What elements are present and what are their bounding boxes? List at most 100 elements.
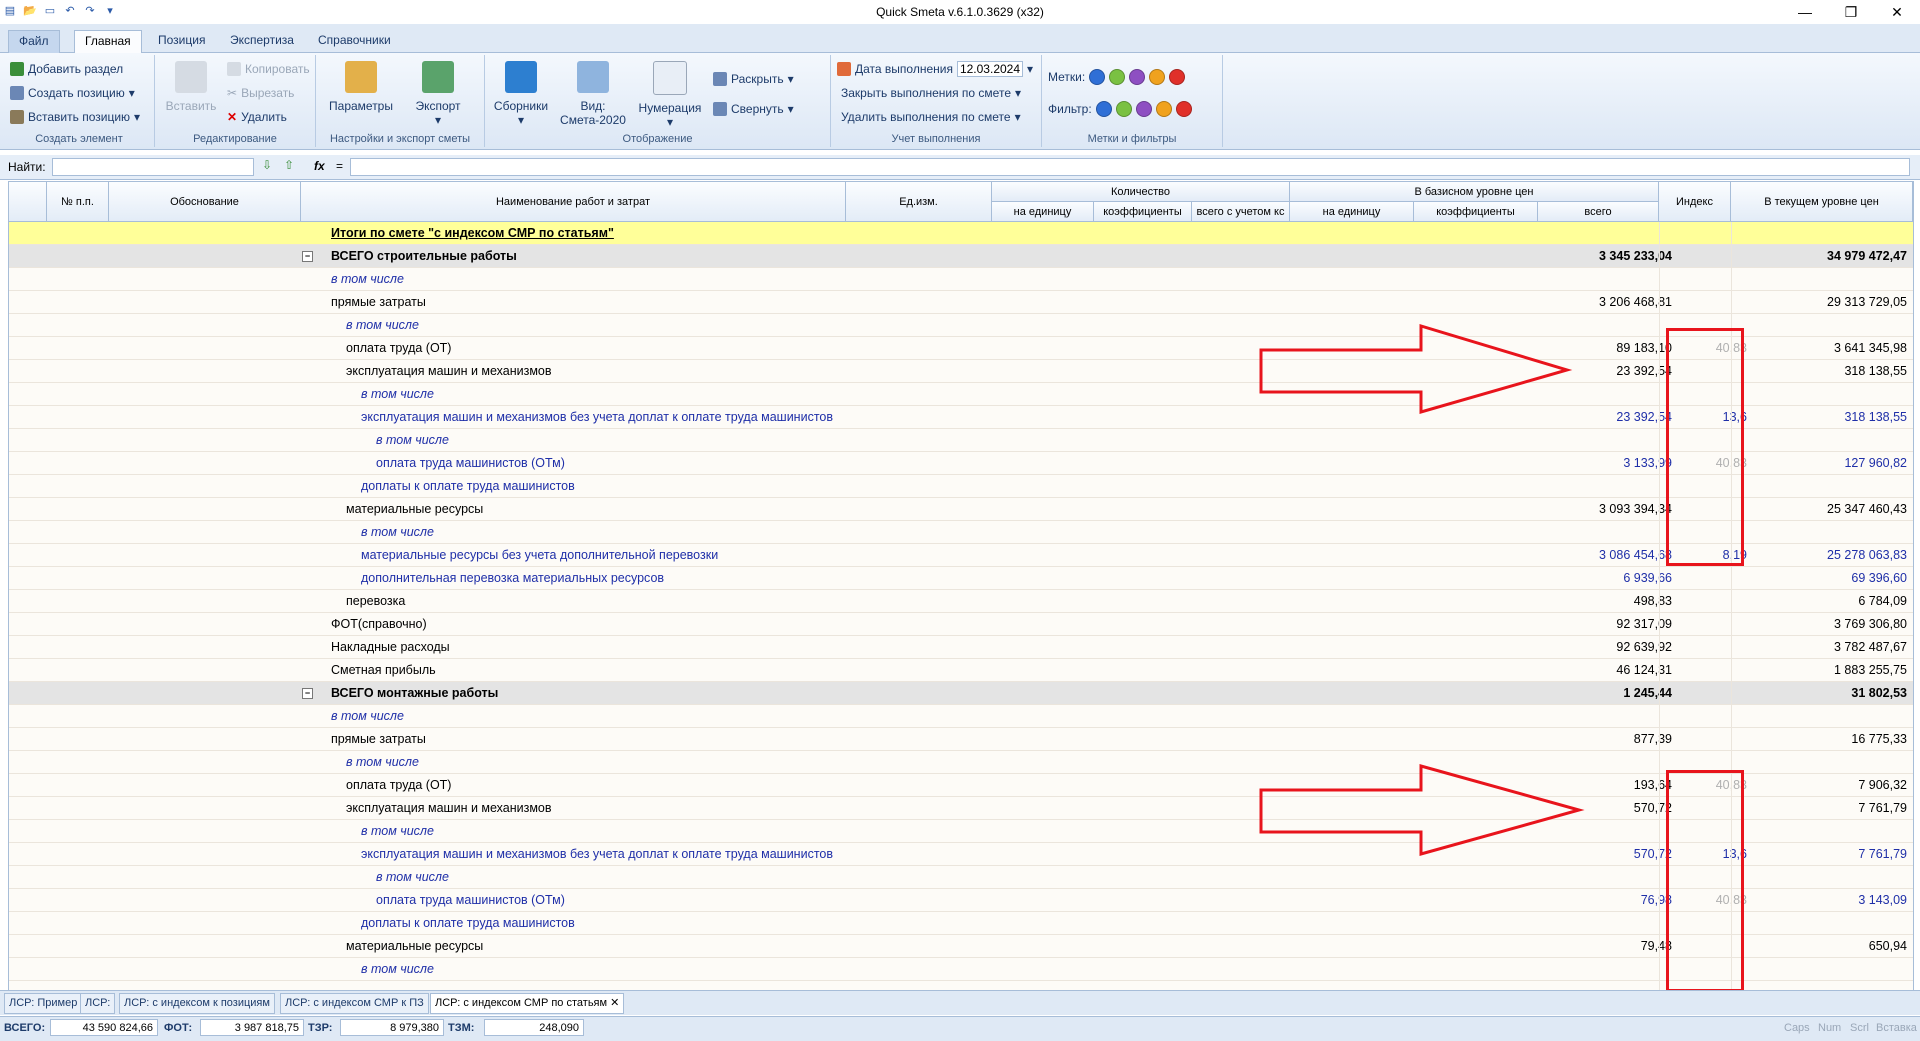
mark-purple-icon[interactable] [1129,69,1146,85]
mark-blue-icon[interactable] [1089,69,1106,85]
table-row[interactable]: материальные ресурсы 3 093 394,34 25 347 4… [9,498,1913,521]
header-qty-coef[interactable]: коэффициенты [1094,202,1192,222]
cut-button[interactable]: ✂ Вырезать [227,83,294,103]
maximize-button[interactable]: ❐ [1828,0,1874,24]
filter-green-icon[interactable] [1115,101,1132,117]
base-total-cell: 3 086 454,68 [1599,548,1672,562]
numbering-button[interactable]: Нумерация ▾ [635,61,705,129]
table-row[interactable]: − ВСЕГО строительные работы 3 345 233,04 34… [9,245,1913,268]
search-input[interactable] [52,158,254,176]
find-next-icon[interactable]: ⇩ [262,158,272,172]
table-row[interactable]: оплата труда машинистов (ОТм)76,9840,833… [9,889,1913,912]
view-button[interactable]: Вид: Смета-2020 [557,61,629,127]
table-row[interactable]: в том числе [9,314,1913,337]
filter-purple-icon[interactable] [1135,101,1152,117]
formula-input[interactable] [350,158,1910,176]
export-icon [422,61,454,93]
header-num[interactable]: № п.п. [47,182,109,222]
sheet-tab[interactable]: ЛСР: [80,993,116,1014]
collapse-button[interactable]: Свернуть ▾ [713,99,794,119]
table-row[interactable]: − ВСЕГО монтажные работы 1 245,44 31 802,53 [9,682,1913,705]
tab-expertise[interactable]: Экспертиза [220,30,304,52]
header-base-coef[interactable]: коэффициенты [1414,202,1538,222]
tab-references[interactable]: Справочники [308,30,401,52]
table-row[interactable]: в том числе [9,429,1913,452]
table-row[interactable]: в том числе [9,521,1913,544]
chevron-down-icon[interactable]: ▾ [1027,62,1033,76]
header-unit[interactable]: Ед.изм. [846,182,992,222]
table-row[interactable]: эксплуатация машин и механизмов без учет… [9,843,1913,866]
table-row[interactable]: Сметная прибыль 46 124,31 1 883 255,75 [9,659,1913,682]
header-qty[interactable]: Количество [992,182,1290,202]
params-button[interactable]: Параметры [326,61,396,113]
tab-home[interactable]: Главная [74,30,142,54]
table-row[interactable]: доплаты к оплате труда машинистов [9,475,1913,498]
table-row[interactable]: в том числе [9,958,1913,981]
close-button[interactable]: ✕ [1874,0,1920,24]
find-prev-icon[interactable]: ⇧ [284,158,294,172]
table-row[interactable]: эксплуатация машин и механизмов без учет… [9,406,1913,429]
header-base-total[interactable]: всего [1538,202,1659,222]
export-button[interactable]: Экспорт ▾ [408,61,468,127]
table-row[interactable]: в том числе [9,820,1913,843]
mark-red-icon[interactable] [1169,69,1186,85]
sheet-tab[interactable]: ЛСР: с индексом к позициям [119,993,275,1014]
filter-blue-icon[interactable] [1095,101,1112,117]
table-row[interactable]: доплаты к оплате труда машинистов [9,912,1913,935]
create-position-button[interactable]: Создать позицию ▾ [10,83,135,103]
table-row[interactable]: в том числе [9,383,1913,406]
header-name[interactable]: Наименование работ и затрат [301,182,846,222]
header-qty-unit[interactable]: на единицу [992,202,1094,222]
table-row[interactable]: эксплуатация машин и механизмов 23 392,54… [9,360,1913,383]
table-row[interactable]: Итоги по смете "с индексом СМР по статья… [9,222,1913,245]
delete-execution-button[interactable]: Удалить выполнения по смете ▾ [841,107,1021,127]
table-row[interactable]: эксплуатация машин и механизмов 570,72 7 7… [9,797,1913,820]
close-icon[interactable]: ✕ [610,997,619,1009]
filter-orange-icon[interactable] [1155,101,1172,117]
close-execution-button[interactable]: Закрыть выполнения по смете ▾ [841,83,1021,103]
expand-button[interactable]: Раскрыть ▾ [713,69,794,89]
copy-button[interactable]: Копировать [227,59,310,79]
insert-position-button[interactable]: Вставить позицию ▾ [10,107,140,127]
sheet-tab[interactable]: ЛСР: Пример [4,993,83,1014]
table-row[interactable]: прямые затраты 877,39 16 775,33 [9,728,1913,751]
table-row[interactable]: в том числе [9,866,1913,889]
table-row[interactable]: оплата труда (ОТ)89 183,1040,833 641 345… [9,337,1913,360]
sheet-tab-active[interactable]: ЛСР: с индексом СМР по статьям ✕ [430,993,625,1014]
row-name: в том числе [361,387,434,401]
current-total-cell: 6 784,09 [1858,594,1907,608]
table-row[interactable]: прямые затраты 3 206 468,81 29 313 729,05 [9,291,1913,314]
mark-green-icon[interactable] [1109,69,1126,85]
header-current[interactable]: В текущем уровне цен [1731,182,1913,222]
mark-orange-icon[interactable] [1149,69,1166,85]
collapse-toggle-icon[interactable]: − [302,251,313,262]
table-row[interactable]: дополнительная перевозка материальных ре… [9,567,1913,590]
delete-button[interactable]: ✕ Удалить [227,107,287,127]
header-qty-total[interactable]: всего с учетом кс [1192,202,1290,222]
table-row[interactable]: перевозка 498,83 6 784,09 [9,590,1913,613]
base-total-cell: 3 345 233,04 [1599,249,1672,263]
table-row[interactable]: оплата труда (ОТ)193,6440,837 906,32 [9,774,1913,797]
table-row[interactable]: в том числе [9,751,1913,774]
table-row[interactable]: материальные ресурсы без учета дополните… [9,544,1913,567]
table-row[interactable]: в том числе [9,268,1913,291]
collections-button[interactable]: Сборники ▾ [491,61,551,127]
paste-button[interactable]: Вставить [161,61,221,113]
collapse-toggle-icon[interactable]: − [302,688,313,699]
tab-file[interactable]: Файл [8,30,60,53]
filter-red-icon[interactable] [1175,101,1192,117]
header-base-unit[interactable]: на единицу [1290,202,1414,222]
minimize-button[interactable]: — [1782,0,1828,24]
table-row[interactable]: в том числе [9,705,1913,728]
header-index[interactable]: Индекс [1659,182,1731,222]
date-input[interactable]: 12.03.2024 [956,61,1024,77]
table-row[interactable]: ФОТ(справочно) 92 317,09 3 769 306,80 [9,613,1913,636]
add-section-button[interactable]: Добавить раздел [10,59,123,79]
table-row[interactable]: оплата труда машинистов (ОТм)3 133,9940,… [9,452,1913,475]
header-basis[interactable]: Обоснование [109,182,301,222]
tab-position[interactable]: Позиция [148,30,215,52]
header-base[interactable]: В базисном уровне цен [1290,182,1659,202]
table-row[interactable]: материальные ресурсы 79,48 650,94 [9,935,1913,958]
table-row[interactable]: Накладные расходы 92 639,92 3 782 487,67 [9,636,1913,659]
sheet-tab[interactable]: ЛСР: с индексом СМР к ПЗ [280,993,429,1014]
